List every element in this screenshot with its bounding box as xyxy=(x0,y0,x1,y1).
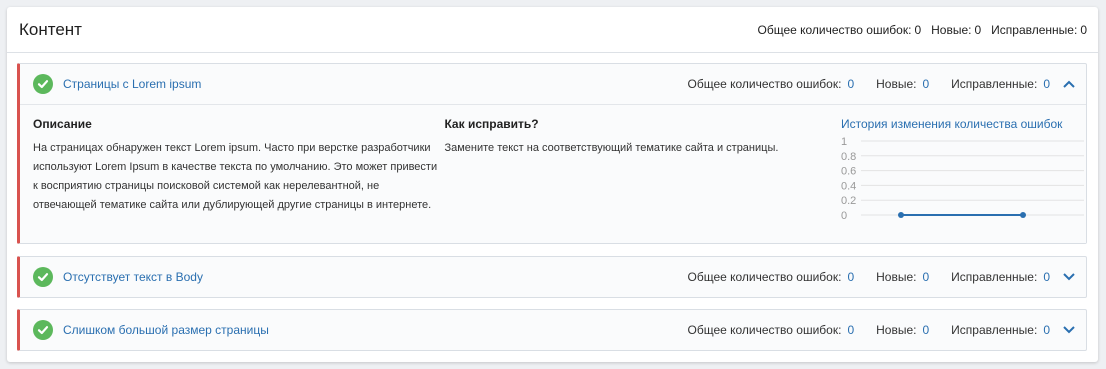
summary-new: Новые: 0 xyxy=(931,23,981,37)
issue-new-label: Новые: xyxy=(876,323,917,337)
fix-heading: Как исправить? xyxy=(444,117,539,131)
check-circle-icon xyxy=(33,267,53,287)
issue-fixed-label: Исправленные: xyxy=(951,270,1038,284)
summary-totals: Общее количество ошибок: 0 Новые: 0 Исправ… xyxy=(758,23,1088,37)
issue-lorem-ipsum: Страницы с Lorem ipsum Общее количество … xyxy=(17,63,1087,244)
issue-missing-body-text: Отсутствует текст в Body Общее количеств… xyxy=(17,256,1087,298)
issue-total-label: Общее количество ошибок: xyxy=(687,323,842,337)
summary-fixed-label: Исправленные: xyxy=(991,22,1078,37)
y-tick-label: 1 xyxy=(841,136,847,148)
issue-total-value: 0 xyxy=(847,270,855,284)
summary-fixed-value: 0 xyxy=(1080,22,1087,37)
issue-new-value: 0 xyxy=(922,270,930,284)
history-chart-title[interactable]: История изменения количества ошибок xyxy=(841,117,1086,131)
issue-header[interactable]: Слишком большой размер страницы Общее ко… xyxy=(20,310,1086,350)
issue-fixed: Исправленные: 0 xyxy=(951,77,1050,91)
issue-fixed: Исправленные: 0 xyxy=(951,323,1050,337)
page-title: Контент xyxy=(19,19,82,39)
issue-stats: Общее количество ошибок: 0 Новые: 0 Исправ… xyxy=(666,77,1077,91)
history-chart-svg: 1 0.8 0.6 0.4 0.2 0 xyxy=(841,136,1084,222)
issue-new-label: Новые: xyxy=(876,77,917,91)
issue-fixed-label: Исправленные: xyxy=(951,323,1038,337)
summary-total-value: 0 xyxy=(914,22,922,37)
summary-new-label: Новые: xyxy=(931,22,972,37)
issue-new-value: 0 xyxy=(922,77,930,91)
issue-header[interactable]: Страницы с Lorem ipsum Общее количество … xyxy=(20,64,1086,104)
issue-total-value: 0 xyxy=(847,77,855,91)
y-tick-label: 0.4 xyxy=(841,180,856,192)
fix-text: Замените текст на соответствующий темати… xyxy=(444,142,779,154)
issue-fixed-label: Исправленные: xyxy=(951,77,1038,91)
history-section: История изменения количества ошибок 1 0.8… xyxy=(841,117,1086,243)
issue-total: Общее количество ошибок: 0 xyxy=(688,323,855,337)
data-point[interactable] xyxy=(1020,212,1026,218)
summary-total: Общее количество ошибок: 0 xyxy=(758,23,922,37)
description-text: На страницах обнаружен текст Lorem ipsum… xyxy=(33,142,438,211)
issue-new: Новые: 0 xyxy=(876,270,929,284)
issue-stats: Общее количество ошибок: 0 Новые: 0 Исправ… xyxy=(666,323,1077,337)
issue-fixed: Исправленные: 0 xyxy=(951,270,1050,284)
description-section: Описание На страницах обнаружен текст Lo… xyxy=(33,117,439,243)
y-tick-label: 0.6 xyxy=(841,166,856,178)
y-tick-label: 0 xyxy=(841,210,847,222)
check-circle-icon xyxy=(33,320,53,340)
issue-fixed-value: 0 xyxy=(1043,270,1050,284)
issue-title-link[interactable]: Страницы с Lorem ipsum xyxy=(63,77,666,91)
chevron-down-icon[interactable] xyxy=(1062,323,1076,337)
y-tick-label: 0.2 xyxy=(841,195,856,207)
y-tick-label: 0.8 xyxy=(841,151,856,163)
summary-fixed: Исправленные: 0 xyxy=(991,23,1087,37)
issue-header[interactable]: Отсутствует текст в Body Общее количеств… xyxy=(20,257,1086,297)
check-circle-icon xyxy=(33,74,53,94)
issue-total: Общее количество ошибок: 0 xyxy=(688,77,855,91)
fix-section: Как исправить? Замените текст на соответ… xyxy=(444,117,841,243)
issue-details: Описание На страницах обнаружен текст Lo… xyxy=(20,104,1086,243)
issue-page-size-too-large: Слишком большой размер страницы Общее ко… xyxy=(17,309,1087,351)
content-panel: Контент Общее количество ошибок: 0 Новые:… xyxy=(7,7,1098,362)
issue-new-value: 0 xyxy=(922,323,930,337)
issue-total-label: Общее количество ошибок: xyxy=(687,270,842,284)
issue-new: Новые: 0 xyxy=(876,323,929,337)
chevron-up-icon[interactable] xyxy=(1062,77,1076,91)
summary-new-value: 0 xyxy=(974,22,982,37)
chevron-down-icon[interactable] xyxy=(1062,270,1076,284)
history-chart: 1 0.8 0.6 0.4 0.2 0 xyxy=(841,135,1086,225)
issue-title-link[interactable]: Слишком большой размер страницы xyxy=(63,323,666,337)
issue-total: Общее количество ошибок: 0 xyxy=(688,270,855,284)
data-point[interactable] xyxy=(898,212,904,218)
summary-total-label: Общее количество ошибок: xyxy=(757,22,912,37)
issue-title-link[interactable]: Отсутствует текст в Body xyxy=(63,270,666,284)
issue-total-label: Общее количество ошибок: xyxy=(687,77,842,91)
issue-new-label: Новые: xyxy=(876,270,917,284)
issue-fixed-value: 0 xyxy=(1043,77,1050,91)
issue-new: Новые: 0 xyxy=(876,77,929,91)
issue-fixed-value: 0 xyxy=(1043,323,1050,337)
panel-header: Контент Общее количество ошибок: 0 Новые:… xyxy=(7,7,1098,53)
issue-total-value: 0 xyxy=(847,323,855,337)
issue-stats: Общее количество ошибок: 0 Новые: 0 Исправ… xyxy=(666,270,1077,284)
description-heading: Описание xyxy=(33,117,92,131)
